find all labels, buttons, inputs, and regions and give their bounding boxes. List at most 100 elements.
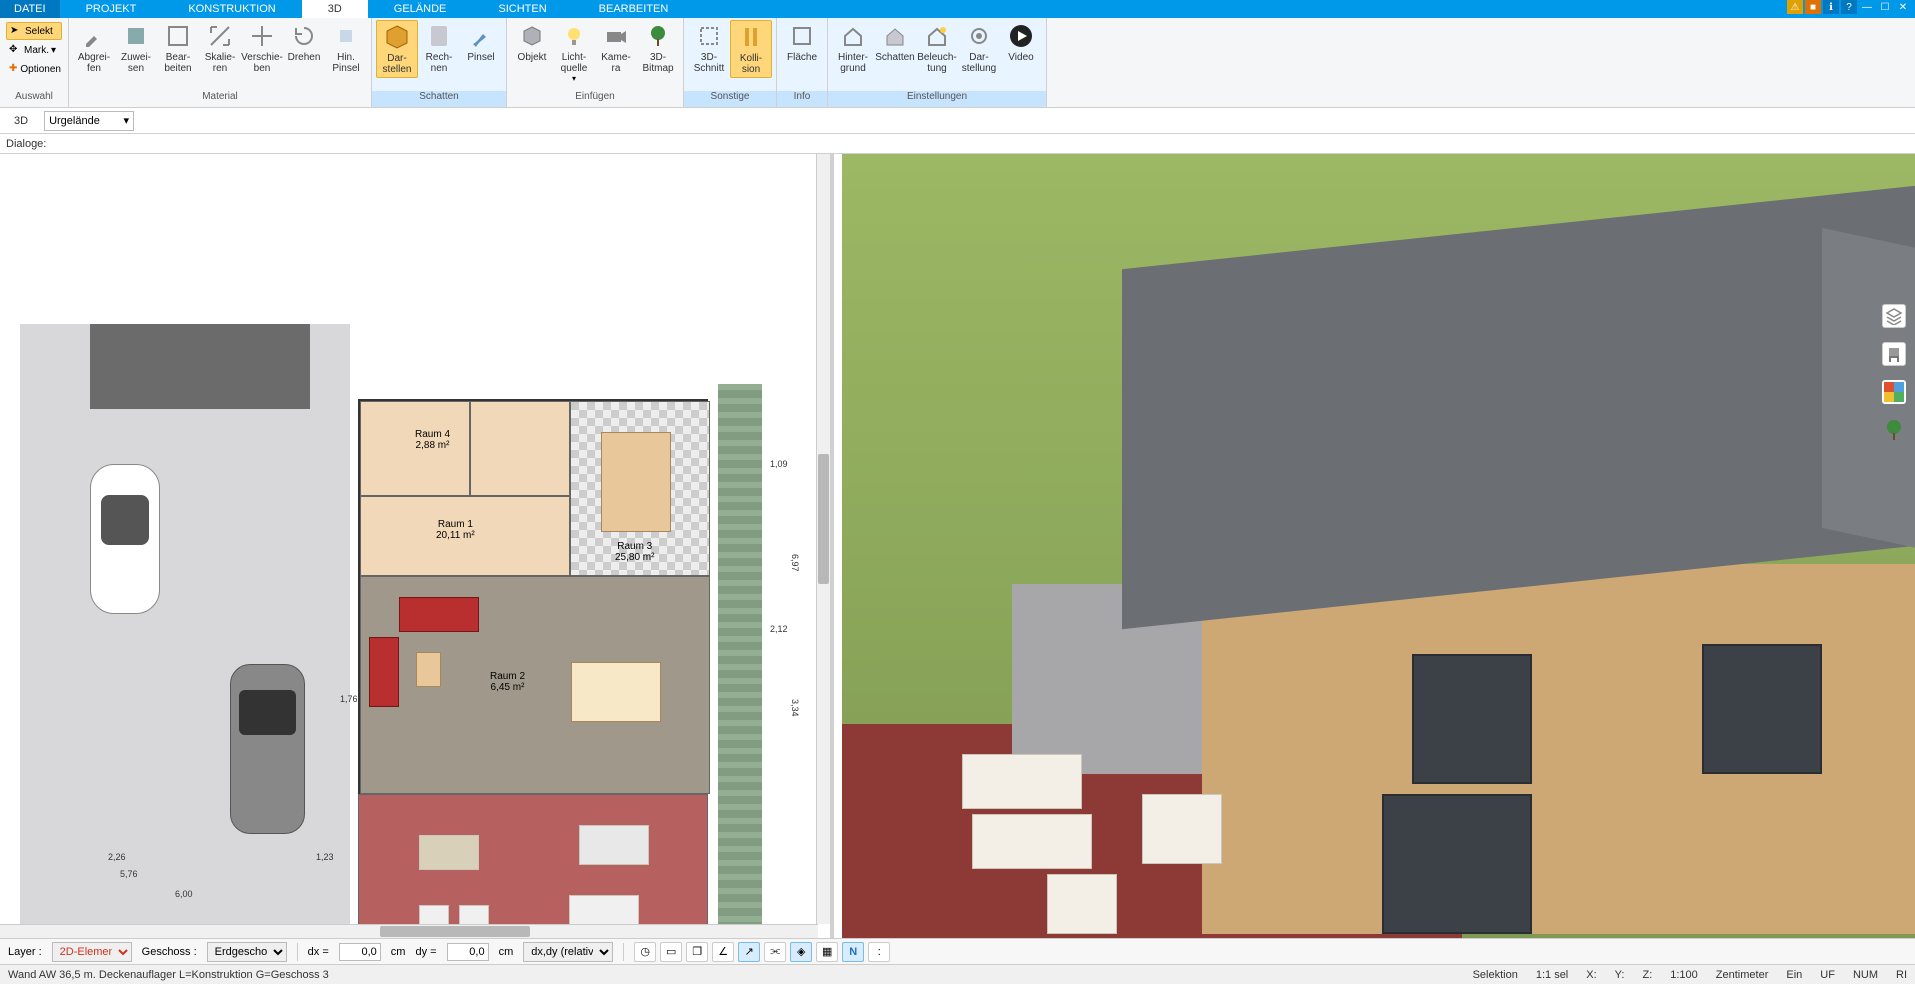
mark-button[interactable]: ✥Mark.▾ — [6, 41, 62, 59]
info-icon[interactable]: ℹ — [1823, 0, 1839, 14]
status-rf: RI — [1896, 969, 1907, 981]
snap-link-icon[interactable]: ⫘ — [764, 942, 786, 962]
help-icon[interactable]: ? — [1841, 0, 1857, 14]
snap-info-icon[interactable]: : — [868, 942, 890, 962]
door-1 — [1382, 794, 1532, 934]
shadow-calc-button[interactable]: Rech- nen — [418, 20, 460, 76]
rotate-icon — [290, 22, 318, 50]
lighting-button[interactable]: Beleuch- tung — [916, 20, 958, 76]
dx-label: dx = — [308, 946, 329, 958]
workspace: Raum 42,88 m² Raum 120,11 m² Raum 325,80… — [0, 154, 1915, 938]
menu-tab-konstruktion[interactable]: KONSTRUKTION — [162, 0, 301, 18]
view-tab-3d[interactable]: 3D — [6, 113, 36, 129]
area-button[interactable]: Fläche — [781, 20, 823, 65]
menu-tab-gelaende[interactable]: GELÄNDE — [368, 0, 473, 18]
shadow-settings-button[interactable]: Schatten — [874, 20, 916, 65]
menu-tab-datei[interactable]: DATEI — [0, 0, 60, 18]
maximize-icon[interactable]: ☐ — [1877, 0, 1893, 14]
menu-tab-bearbeiten[interactable]: BEARBEITEN — [573, 0, 695, 18]
hscroll-thumb[interactable] — [380, 926, 530, 937]
menu-tab-sichten[interactable]: SICHTEN — [472, 0, 572, 18]
dim-d9: 6,97 — [790, 554, 800, 572]
shadow-show-button[interactable]: Dar- stellen — [376, 20, 418, 78]
alert-icon[interactable]: ⚠ — [1787, 0, 1803, 14]
options-button[interactable]: ✚Optionen — [6, 60, 62, 78]
status-bar: Wand AW 36,5 m. Deckenauflager L=Konstru… — [0, 964, 1915, 984]
section3d-button[interactable]: 3D- Schnitt — [688, 20, 730, 76]
status-scale: 1:100 — [1670, 969, 1698, 981]
status-ratio: 1:1 sel — [1536, 969, 1568, 981]
paintbrush-icon — [467, 22, 495, 50]
layer-combo[interactable]: 2D-Elemen — [52, 942, 132, 962]
snap-n-icon[interactable]: N — [842, 942, 864, 962]
room1-label: Raum 120,11 m² — [436, 519, 475, 541]
shadow-brush-button[interactable]: Pinsel — [460, 20, 502, 65]
snap-clock-icon[interactable]: ◷ — [634, 942, 656, 962]
pane-3d[interactable] — [842, 154, 1915, 938]
ribbon: ➤Selekt ✥Mark.▾ ✚Optionen Auswahl Abgrei… — [0, 18, 1915, 108]
scale-button[interactable]: Skalie- ren — [199, 20, 241, 76]
hscrollbar[interactable] — [0, 924, 818, 938]
snap-rect-icon[interactable]: ▭ — [660, 942, 682, 962]
menu-bar: DATEI PROJEKT KONSTRUKTION 3D GELÄNDE SI… — [0, 0, 1915, 18]
minimize-icon[interactable]: ― — [1859, 0, 1875, 14]
mode-combo[interactable]: dx,dy (relativ ka — [523, 942, 613, 962]
rotate-button[interactable]: Drehen — [283, 20, 325, 65]
dy-input[interactable] — [447, 943, 489, 961]
collision-button[interactable]: Kolli- sion — [730, 20, 772, 78]
tree2-icon[interactable] — [1882, 418, 1906, 442]
display-button[interactable]: Dar- stellung — [958, 20, 1000, 76]
geschoss-combo[interactable]: Erdgeschos — [207, 942, 287, 962]
table-3d — [1047, 874, 1117, 934]
light-button[interactable]: Licht- quelle▾ — [553, 20, 595, 85]
splitter[interactable] — [830, 154, 834, 938]
dx-input[interactable] — [339, 943, 381, 961]
box-icon[interactable]: ■ — [1805, 0, 1821, 14]
assign-button[interactable]: Zuwei- sen — [115, 20, 157, 76]
snap-grid-icon[interactable]: ▦ — [816, 942, 838, 962]
dining-table2 — [571, 662, 661, 722]
snap-angle-icon[interactable]: ∠ — [712, 942, 734, 962]
layer-label: Layer : — [8, 946, 42, 958]
dim-d10: 3,34 — [790, 699, 800, 717]
dim-d7: 1,09 — [770, 459, 788, 469]
select-button[interactable]: ➤Selekt — [6, 22, 62, 40]
ribbon-group-auswahl: ➤Selekt ✥Mark.▾ ✚Optionen Auswahl — [0, 18, 69, 107]
car1 — [90, 464, 160, 614]
object-button[interactable]: Objekt — [511, 20, 553, 65]
menu-tab-3d[interactable]: 3D — [302, 0, 368, 18]
palette-icon[interactable] — [1882, 380, 1906, 404]
sofa1 — [399, 597, 479, 632]
camera-button[interactable]: Kame- ra — [595, 20, 637, 76]
terrain-combo[interactable]: Urgelände▾ — [44, 111, 134, 131]
eyedropper-icon — [80, 22, 108, 50]
snap-arrow-icon[interactable]: ↗ — [738, 942, 760, 962]
layers-icon[interactable] — [1882, 304, 1906, 328]
snap-diamond-icon[interactable]: ◈ — [790, 942, 812, 962]
dy-label: dy = — [415, 946, 436, 958]
vscrollbar[interactable] — [816, 154, 830, 924]
pickup-button[interactable]: Abgrei- fen — [73, 20, 115, 76]
snap-layer-icon[interactable]: ❐ — [686, 942, 708, 962]
assign-icon — [122, 22, 150, 50]
sofa2 — [369, 637, 399, 707]
video-button[interactable]: Video — [1000, 20, 1042, 65]
dim-d12: 6,00 — [175, 889, 193, 899]
bgbrush-button[interactable]: Hin. Pinsel — [325, 20, 367, 76]
background-button[interactable]: Hinter- grund — [832, 20, 874, 76]
edit-button[interactable]: Bear- beiten — [157, 20, 199, 76]
status-sel: Selektion — [1473, 969, 1518, 981]
pane-2d[interactable]: Raum 42,88 m² Raum 120,11 m² Raum 325,80… — [0, 154, 830, 938]
menu-tab-projekt[interactable]: PROJEKT — [60, 0, 163, 18]
chair-icon[interactable] — [1882, 342, 1906, 366]
close-icon[interactable]: ✕ — [1895, 0, 1911, 14]
cursor-icon: ➤ — [10, 25, 22, 37]
vscroll-thumb[interactable] — [818, 454, 829, 584]
bench1 — [419, 835, 479, 870]
bitmap3d-button[interactable]: 3D- Bitmap — [637, 20, 679, 76]
dx-unit: cm — [391, 946, 406, 958]
calc-icon — [425, 22, 453, 50]
room2-label: Raum 26,45 m² — [490, 671, 525, 693]
move-button[interactable]: Verschie- ben — [241, 20, 283, 76]
status-z: Z: — [1642, 969, 1652, 981]
